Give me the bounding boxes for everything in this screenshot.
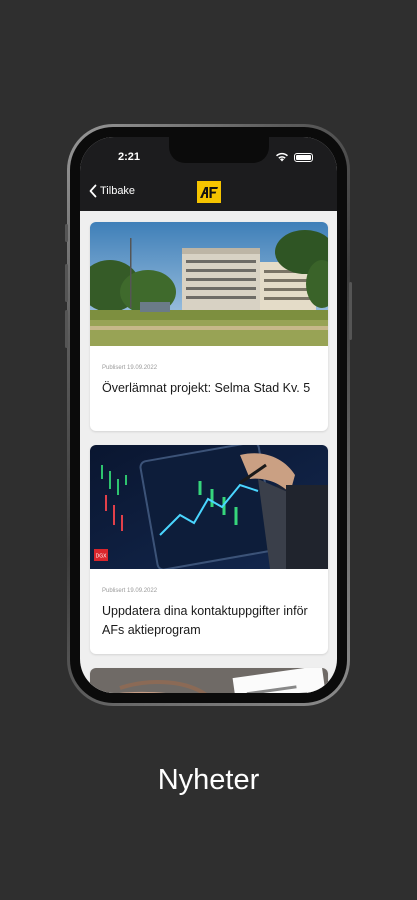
news-card[interactable]: Publisert 19.09.2022 Överlämnat projekt:… (90, 222, 328, 431)
phone-screen: 2:21 Tilbake Publisert 19.09.2022 Överlä… (80, 137, 337, 693)
article-date: Publisert 19.09.2022 (102, 588, 158, 594)
phone-frame: 2:21 Tilbake Publisert 19.09.2022 Överlä… (65, 124, 352, 706)
nav-bar: Tilbake (80, 173, 337, 211)
news-card[interactable] (90, 668, 328, 693)
status-time: 2:21 (118, 151, 141, 163)
app-store-screenshot: 2:21 Tilbake Publisert 19.09.2022 Överlä… (0, 0, 417, 900)
wifi-icon (276, 152, 288, 162)
article-title: Överlämnat projekt: Selma Stad Kv. 5 (102, 381, 311, 395)
battery-icon (294, 152, 313, 162)
screenshot-caption: Nyheter (157, 764, 260, 796)
back-button[interactable]: Tilbake (88, 184, 135, 198)
image-badge: DGX (96, 554, 108, 560)
volume-up-button (65, 264, 68, 302)
af-logo (196, 181, 221, 203)
power-button (349, 282, 352, 340)
news-image-building (90, 222, 328, 346)
article-title: Uppdatera dina kontaktuppgifter inför AF… (102, 604, 308, 637)
mute-switch (65, 224, 68, 242)
article-date: Publisert 19.09.2022 (102, 365, 158, 371)
volume-down-button (65, 310, 68, 348)
back-label: Tilbake (100, 185, 136, 197)
notch (168, 137, 269, 163)
news-image-document (90, 668, 328, 693)
news-image-stock-chart: DGX (90, 445, 328, 569)
af-logo-mark (199, 187, 218, 198)
news-card[interactable]: DGX Publisert 19.09.2022 Uppdatera dina … (90, 445, 328, 654)
news-list: Publisert 19.09.2022 Överlämnat projekt:… (80, 211, 337, 693)
chevron-left-icon (89, 184, 97, 198)
